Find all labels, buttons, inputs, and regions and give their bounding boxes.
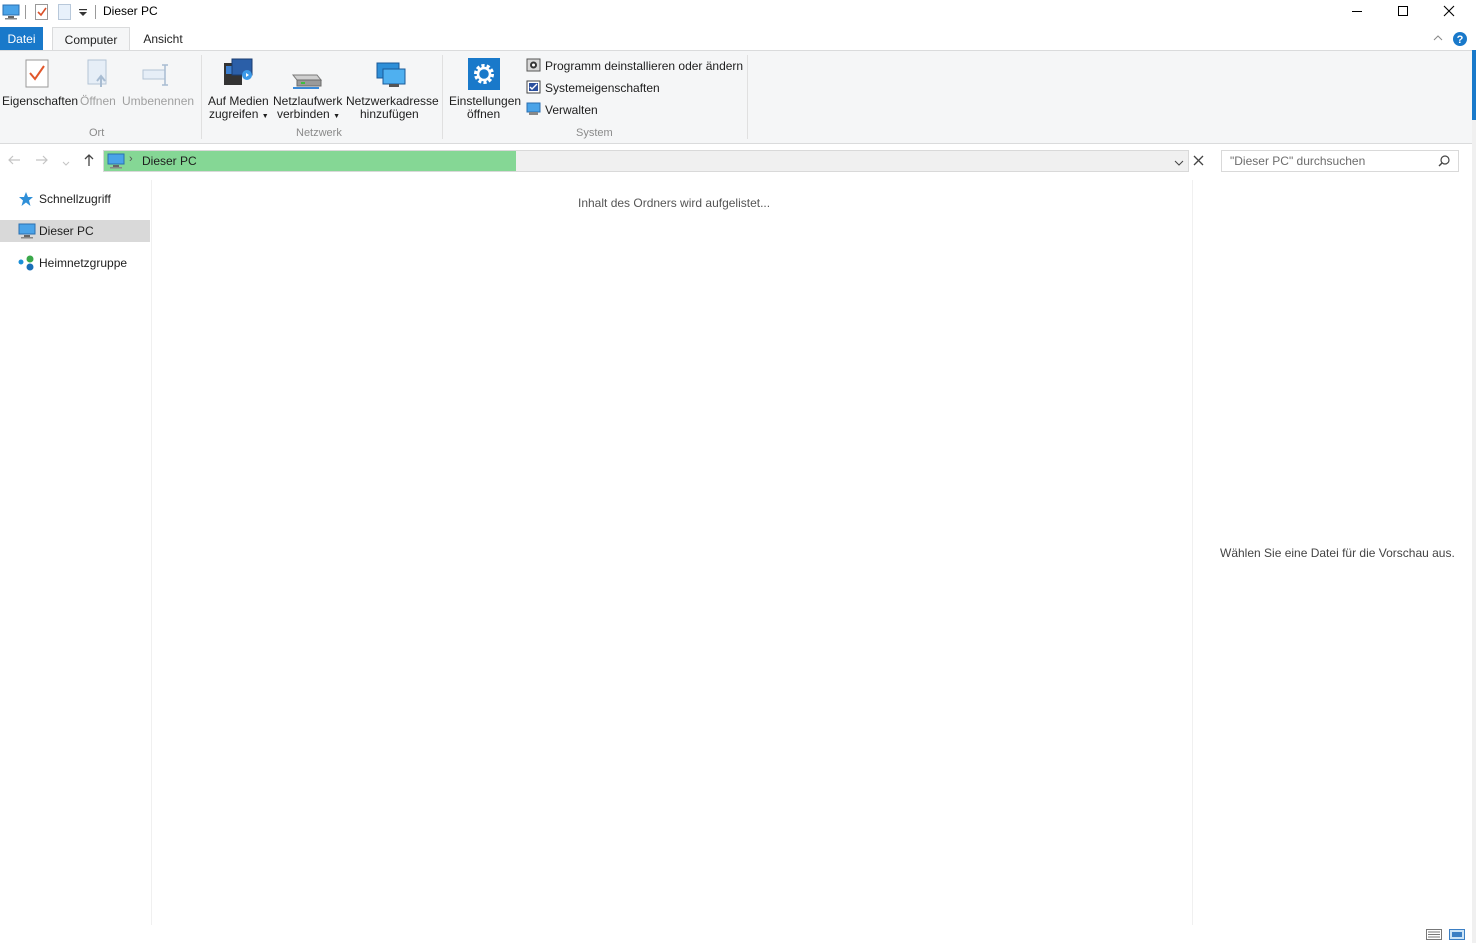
nav-label: Heimnetzgruppe	[39, 256, 128, 270]
tab-datei[interactable]: Datei	[0, 27, 43, 51]
search-placeholder: "Dieser PC" durchsuchen	[1230, 154, 1366, 168]
computer-icon	[2, 4, 20, 22]
svg-text:?: ?	[1457, 34, 1464, 46]
preview-pane: Wählen Sie eine Datei für die Vorschau a…	[1192, 180, 1473, 925]
nav-item-dieser-pc[interactable]: Dieser PC	[0, 220, 150, 242]
chevron-down-icon[interactable]	[62, 156, 70, 170]
computer-icon	[107, 153, 125, 172]
minimize-icon	[1351, 5, 1363, 20]
network-drive-button[interactable]: Netzlaufwerk verbinden ▼	[272, 55, 342, 125]
network-drive-label-2: verbinden ▼	[277, 107, 340, 121]
status-bar	[0, 925, 1476, 943]
maximize-button[interactable]	[1380, 0, 1426, 24]
nav-item-heimnetzgruppe[interactable]: Heimnetzgruppe	[0, 252, 150, 274]
manage-icon	[526, 102, 541, 119]
system-properties-icon	[526, 80, 541, 97]
network-location-button[interactable]: Netzwerkadresse hinzufügen	[344, 55, 439, 125]
rename-label: Umbenennen	[122, 94, 195, 108]
tab-computer[interactable]: Computer	[52, 27, 130, 52]
arrow-right-icon[interactable]	[35, 154, 49, 169]
ribbon-scrollbar[interactable]	[1472, 50, 1476, 943]
homegroup-icon	[18, 255, 36, 274]
tab-ansicht[interactable]: Ansicht	[134, 27, 192, 51]
computer-icon	[18, 223, 36, 242]
chevron-up-icon[interactable]	[1432, 32, 1444, 46]
address-path[interactable]: Dieser PC	[142, 154, 197, 168]
media-access-button[interactable]: Auf Medien zugreifen ▼	[206, 55, 270, 125]
maximize-icon	[1397, 5, 1409, 20]
large-icons-view-icon[interactable]	[1449, 929, 1465, 943]
close-icon	[1443, 5, 1455, 20]
media-access-icon	[222, 57, 256, 92]
loading-status: Inhalt des Ordners wird aufgelistet...	[578, 196, 771, 210]
address-row: › Dieser PC "Dieser PC" durchsuchen	[0, 147, 1476, 175]
customize-dropdown-icon[interactable]	[78, 7, 88, 25]
nav-label: Dieser PC	[39, 224, 94, 238]
search-icon[interactable]	[1438, 155, 1450, 170]
breadcrumb-separator-icon: ›	[129, 153, 133, 165]
dropdown-arrow-icon: ▼	[333, 113, 340, 120]
properties-label: Eigenschaften	[2, 94, 79, 108]
arrow-up-icon[interactable]	[82, 153, 96, 170]
help-icon[interactable]: ?	[1452, 31, 1468, 50]
arrow-left-icon[interactable]	[7, 154, 21, 169]
minimize-button[interactable]	[1334, 0, 1380, 24]
uninstall-program-item[interactable]: Programm deinstallieren oder ändern	[526, 57, 743, 75]
ribbon-tabs: Datei Computer Ansicht ?	[0, 27, 1476, 52]
network-location-icon	[375, 61, 407, 92]
navigation-pane: Schnellzugriff Dieser PC Heimnetzgruppe	[0, 180, 152, 925]
nav-label: Schnellzugriff	[39, 192, 111, 206]
manage-label: Verwalten	[545, 103, 598, 117]
properties-icon[interactable]	[35, 4, 49, 22]
dropdown-arrow-icon: ▼	[261, 113, 269, 120]
settings-label-2: öffnen	[467, 107, 501, 121]
address-bar[interactable]: › Dieser PC	[103, 150, 1189, 172]
rename-icon	[142, 63, 172, 92]
uninstall-program-icon	[526, 58, 541, 75]
star-icon	[18, 191, 34, 210]
system-properties-label: Systemeigenschaften	[545, 81, 660, 95]
open-icon	[86, 59, 114, 92]
stop-loading-icon[interactable]	[1193, 155, 1204, 169]
group-label-ort: Ort	[89, 127, 105, 139]
rename-button[interactable]: Umbenennen	[122, 55, 194, 125]
search-input[interactable]: "Dieser PC" durchsuchen	[1221, 150, 1459, 172]
title-bar: Dieser PC	[0, 0, 1476, 24]
manage-item[interactable]: Verwalten	[526, 101, 598, 119]
open-button[interactable]: Öffnen	[78, 55, 120, 125]
group-label-system: System	[576, 127, 613, 139]
settings-gear-icon	[468, 58, 500, 93]
address-history-icon[interactable]	[1174, 157, 1184, 171]
window-title: Dieser PC	[103, 4, 158, 18]
new-folder-icon[interactable]	[58, 4, 72, 22]
nav-item-schnellzugriff[interactable]: Schnellzugriff	[0, 188, 150, 210]
preview-hint: Wählen Sie eine Datei für die Vorschau a…	[1220, 546, 1455, 560]
file-list-area[interactable]: Inhalt des Ordners wird aufgelistet...	[153, 180, 1191, 925]
open-label: Öffnen	[80, 94, 116, 108]
network-location-label-2: hinzufügen	[360, 107, 419, 121]
properties-button[interactable]: Eigenschaften	[0, 55, 79, 125]
uninstall-program-label: Programm deinstallieren oder ändern	[545, 59, 744, 73]
settings-button[interactable]: Einstellungen öffnen	[447, 55, 523, 125]
properties-icon	[25, 59, 51, 92]
system-properties-item[interactable]: Systemeigenschaften	[526, 79, 660, 97]
ribbon: Eigenschaften Öffnen Umbenennen Ort Auf …	[0, 50, 1472, 144]
network-drive-icon	[291, 65, 323, 92]
group-label-netzwerk: Netzwerk	[296, 127, 342, 139]
details-view-icon[interactable]	[1426, 929, 1442, 943]
media-access-label-2: zugreifen ▼	[209, 107, 269, 121]
close-button[interactable]	[1426, 0, 1472, 24]
